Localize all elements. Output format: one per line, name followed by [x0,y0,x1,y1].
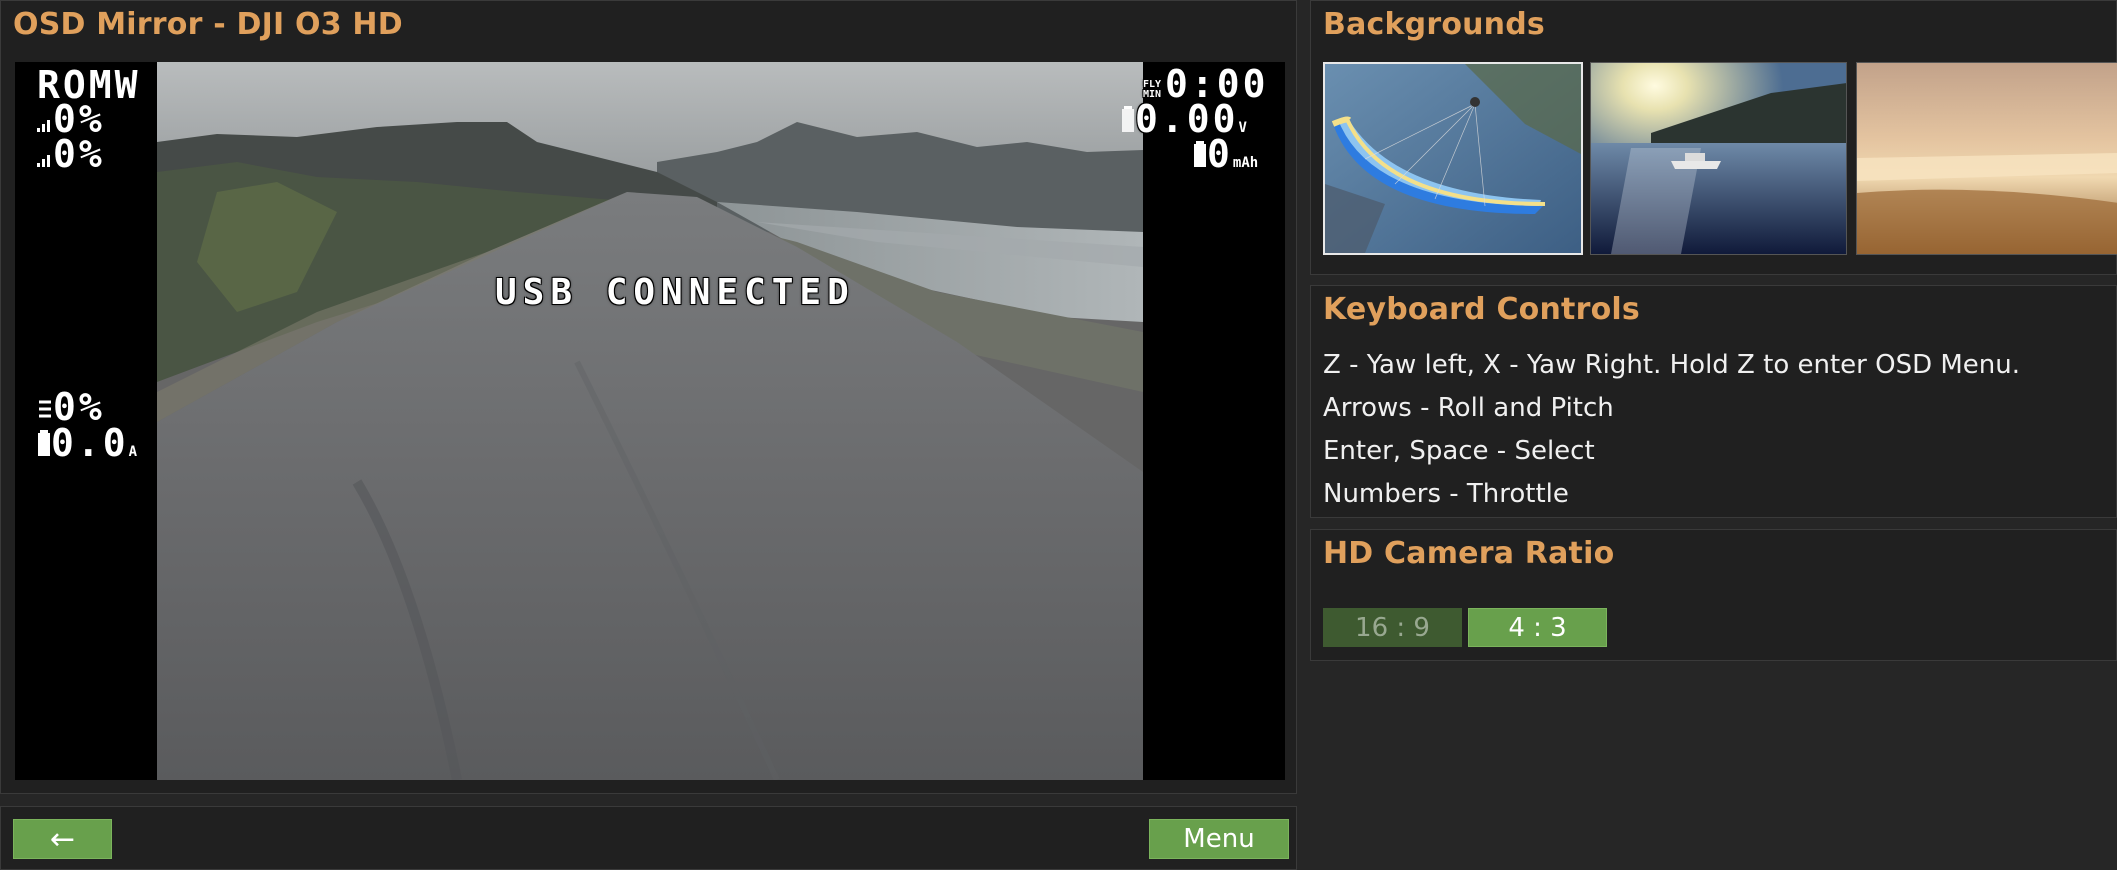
battery-icon [1193,135,1207,173]
paraglider-image [1325,64,1581,253]
battery-icon [1121,100,1135,138]
osd-mah-unit: mAh [1232,155,1259,171]
bottom-bar: ← Menu [0,806,1297,870]
keyboard-controls-panel: Keyboard Controls Z - Yaw left, X - Yaw … [1310,285,2117,518]
battery-icon [37,424,51,462]
keyboard-control-line: Numbers - Throttle [1323,479,1569,509]
osd-mah-value: 0 [1207,132,1233,176]
hd-camera-ratio-panel: HD Camera Ratio 16 : 9 4 : 3 [1310,529,2117,661]
osd-mirror-panel: OSD Mirror - DJI O3 HD ROMW 0% 0% 0% 0.0… [0,0,1297,794]
backgrounds-title: Backgrounds [1323,7,1545,42]
osd-voltage-unit: V [1238,120,1247,136]
osd-current-value: 0.0 [51,421,129,465]
keyboard-controls-title: Keyboard Controls [1323,292,1640,327]
ratio-4-3-button[interactable]: 4 : 3 [1468,608,1607,647]
back-button[interactable]: ← [13,819,112,859]
fpv-camera-image [157,62,1143,780]
osd-signal-2-value: 0% [53,132,105,176]
osd-current-unit: A [128,444,138,460]
osd-center-message: USB CONNECTED [495,272,855,313]
signal-bars-icon [37,100,53,138]
osd-mah: 0mAh [1193,135,1258,173]
background-thumbnail-boat[interactable] [1590,62,1847,255]
osd-panel-title: OSD Mirror - DJI O3 HD [13,7,403,42]
beach-sunset-image [1857,63,2117,254]
signal-bars-icon [37,135,53,173]
backgrounds-panel: Backgrounds [1310,0,2117,275]
boat-sunset-image [1591,63,1846,254]
background-thumbnail-beach[interactable] [1856,62,2117,255]
keyboard-control-line: Z - Yaw left, X - Yaw Right. Hold Z to e… [1323,350,2021,380]
osd-video-view: ROMW 0% 0% 0% 0.0A FLY MIN 0:00 0.00V 0mA… [15,62,1285,780]
keyboard-control-line: Enter, Space - Select [1323,436,1595,466]
menu-button[interactable]: Menu [1149,819,1289,859]
keyboard-control-line: Arrows - Roll and Pitch [1323,393,1614,423]
hd-camera-ratio-title: HD Camera Ratio [1323,536,1615,571]
osd-signal-2: 0% [37,135,105,173]
background-thumbnail-paraglider[interactable] [1323,62,1583,255]
osd-current: 0.0A [37,424,137,462]
ratio-16-9-button[interactable]: 16 : 9 [1323,608,1462,647]
